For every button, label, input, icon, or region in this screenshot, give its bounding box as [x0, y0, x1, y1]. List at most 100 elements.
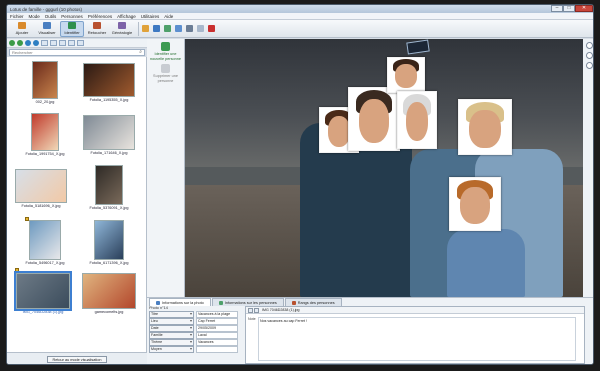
genealogy-button[interactable]: Généalogie: [110, 21, 134, 37]
identify-new-person-tool[interactable]: Identifier une nouvelle personne: [147, 42, 184, 61]
field-select[interactable]: Thème: [149, 339, 194, 346]
delete-person-icon: [161, 64, 170, 73]
forward-arrow-icon[interactable]: [17, 40, 23, 46]
zoom-out-icon[interactable]: [77, 40, 84, 46]
face-box-top-girl[interactable]: [387, 57, 425, 93]
menu-affichage[interactable]: Affichage: [117, 14, 136, 19]
thumbnail-image: [83, 115, 135, 150]
toolbar-separator: [138, 21, 139, 36]
help-icon[interactable]: [208, 25, 215, 32]
field-value[interactable]: Cap Ferret: [196, 318, 238, 325]
print-icon[interactable]: [175, 25, 182, 32]
face-skin: [469, 109, 501, 148]
back-to-view-mode-button[interactable]: Retour au mode visualisation: [47, 356, 107, 363]
field-value[interactable]: Vacances à la plage: [196, 311, 238, 318]
thumbnail-item[interactable]: gamecomelts.jpg: [79, 273, 139, 314]
back-arrow-icon[interactable]: [9, 40, 15, 46]
menu-bar: Fichier Mode Outils Personnes Préférence…: [7, 13, 593, 20]
menu-utilitaires[interactable]: Utilitaires: [141, 14, 160, 19]
tab-people-rank[interactable]: Rangs des personnes: [284, 298, 342, 306]
zoom-in-icon[interactable]: [68, 40, 75, 46]
thumbnail-item[interactable]: Fotolia_1991754_X.jpg: [15, 113, 75, 156]
view-button[interactable]: Visualiser: [35, 21, 59, 37]
thumbnail-caption: Fotolia_5376091_X.jpg: [89, 206, 129, 210]
photo-number: Photo n°14: [149, 306, 168, 310]
field-select[interactable]: Moyen: [149, 346, 194, 353]
info-row: Titre Vacances à la plage: [149, 311, 244, 318]
close-button[interactable]: ✕: [575, 5, 593, 12]
export-icon[interactable]: [186, 25, 193, 32]
people-icon[interactable]: [164, 25, 171, 32]
note-file-name: IMG 7046D2838 (1).jpg: [262, 308, 300, 312]
zoom-in-icon[interactable]: [585, 42, 593, 49]
field-select[interactable]: Titre: [149, 311, 194, 318]
thumbnail-caption: IMG_7046D2838 (1).jpg: [22, 310, 64, 314]
retouch-button[interactable]: Retoucher: [85, 21, 109, 37]
tool-label: Supprimer une personne: [153, 74, 178, 83]
thumbnail-item[interactable]: Fotolia_5496017_X.jpg: [15, 220, 75, 265]
delete-person-tool[interactable]: Supprimer une personne: [147, 64, 184, 83]
menu-personnes[interactable]: Personnes: [61, 14, 83, 19]
search-input[interactable]: Rechercher ⌕: [9, 49, 145, 56]
maximize-button[interactable]: □: [563, 5, 575, 12]
field-value[interactable]: Vacances: [196, 339, 238, 346]
field-value[interactable]: [196, 346, 238, 353]
check-icon[interactable]: [254, 307, 259, 313]
field-value[interactable]: 29/05/2009: [196, 325, 238, 332]
save-icon[interactable]: [153, 25, 160, 32]
thumbnail-caption: Fotolia_1991754_X.jpg: [25, 152, 65, 156]
thumbnail-item[interactable]: 002_20.jpg: [15, 61, 75, 104]
face-box-older-woman[interactable]: [458, 99, 512, 155]
main-toolbar: Ajouter Visualiser Identifier Retoucher …: [7, 20, 593, 38]
photo-info-pane: Photo n°14 Titre Vacances à la plage Lie…: [149, 306, 244, 364]
search-icon[interactable]: ⌕: [139, 50, 142, 55]
list-view-icon[interactable]: [50, 40, 57, 46]
thumbnail-item[interactable]: Fotolia_6171396_X.jpg: [79, 220, 139, 265]
photo-info-icon: [156, 301, 160, 305]
face-skin: [359, 99, 389, 143]
thumbnail-item[interactable]: Fotolia_171646_X.jpg: [79, 115, 139, 155]
thumbnail-item[interactable]: Fotolia_5181696_X.jpg: [11, 169, 71, 208]
thumbnail-list: 002_20.jpg Fotolia_1195355_X.jpg Fotolia…: [7, 57, 147, 352]
main-photo[interactable]: [185, 39, 583, 297]
search-placeholder: Rechercher: [12, 50, 33, 55]
thumbnail-caption: Fotolia_1195355_X.jpg: [89, 98, 129, 102]
genealogy-icon: [118, 22, 126, 29]
field-select[interactable]: Famille: [149, 332, 194, 339]
field-value[interactable]: Laval: [196, 332, 238, 339]
field-select[interactable]: Lieu: [149, 318, 194, 325]
slideshow-icon[interactable]: [197, 25, 204, 32]
menu-mode[interactable]: Mode: [29, 14, 40, 19]
menu-outils[interactable]: Outils: [45, 14, 57, 19]
face-box-child[interactable]: [449, 177, 501, 231]
menu-aide[interactable]: Aide: [164, 14, 173, 19]
edit-icon[interactable]: [248, 307, 253, 313]
menu-fichier[interactable]: Fichier: [10, 14, 24, 19]
add-person-icon: [161, 42, 170, 51]
thumbnail-image: [14, 271, 72, 311]
window-controls: – □ ✕: [551, 5, 593, 13]
menu-preferences[interactable]: Préférences: [88, 14, 112, 19]
tab-people-info[interactable]: Informations sur les personnes: [211, 298, 284, 306]
field-select[interactable]: Date: [149, 325, 194, 332]
identify-button[interactable]: Identifier: [60, 20, 84, 37]
thumbnail-item[interactable]: Fotolia_1195355_X.jpg: [79, 63, 139, 102]
refresh-icon[interactable]: [59, 40, 66, 46]
previous-icon[interactable]: [25, 40, 31, 46]
note-pane: IMG 7046D2838 (1).jpg Note Nos vacances …: [245, 306, 585, 364]
thumbnail-item-selected[interactable]: IMG_7046D2838 (1).jpg: [13, 271, 73, 314]
thumbnail-view-icon[interactable]: [41, 40, 48, 46]
info-row: Lieu Cap Ferret: [149, 318, 244, 325]
next-icon[interactable]: [33, 40, 39, 46]
face-box-older-man[interactable]: [397, 91, 437, 149]
tab-photo-info[interactable]: Informations sur la photo: [149, 298, 211, 306]
note-textarea[interactable]: Nos vacances au cap Ferret !: [258, 317, 576, 361]
zoom-fit-icon[interactable]: [585, 52, 593, 59]
face-box-main-man[interactable]: [348, 87, 400, 151]
tag-flag-icon: [15, 268, 19, 272]
star-icon[interactable]: [142, 25, 149, 32]
add-button[interactable]: Ajouter: [10, 21, 34, 37]
thumbnail-item[interactable]: Fotolia_5376091_X.jpg: [79, 165, 139, 210]
zoom-out-icon[interactable]: [585, 62, 593, 69]
minimize-button[interactable]: –: [551, 5, 563, 12]
